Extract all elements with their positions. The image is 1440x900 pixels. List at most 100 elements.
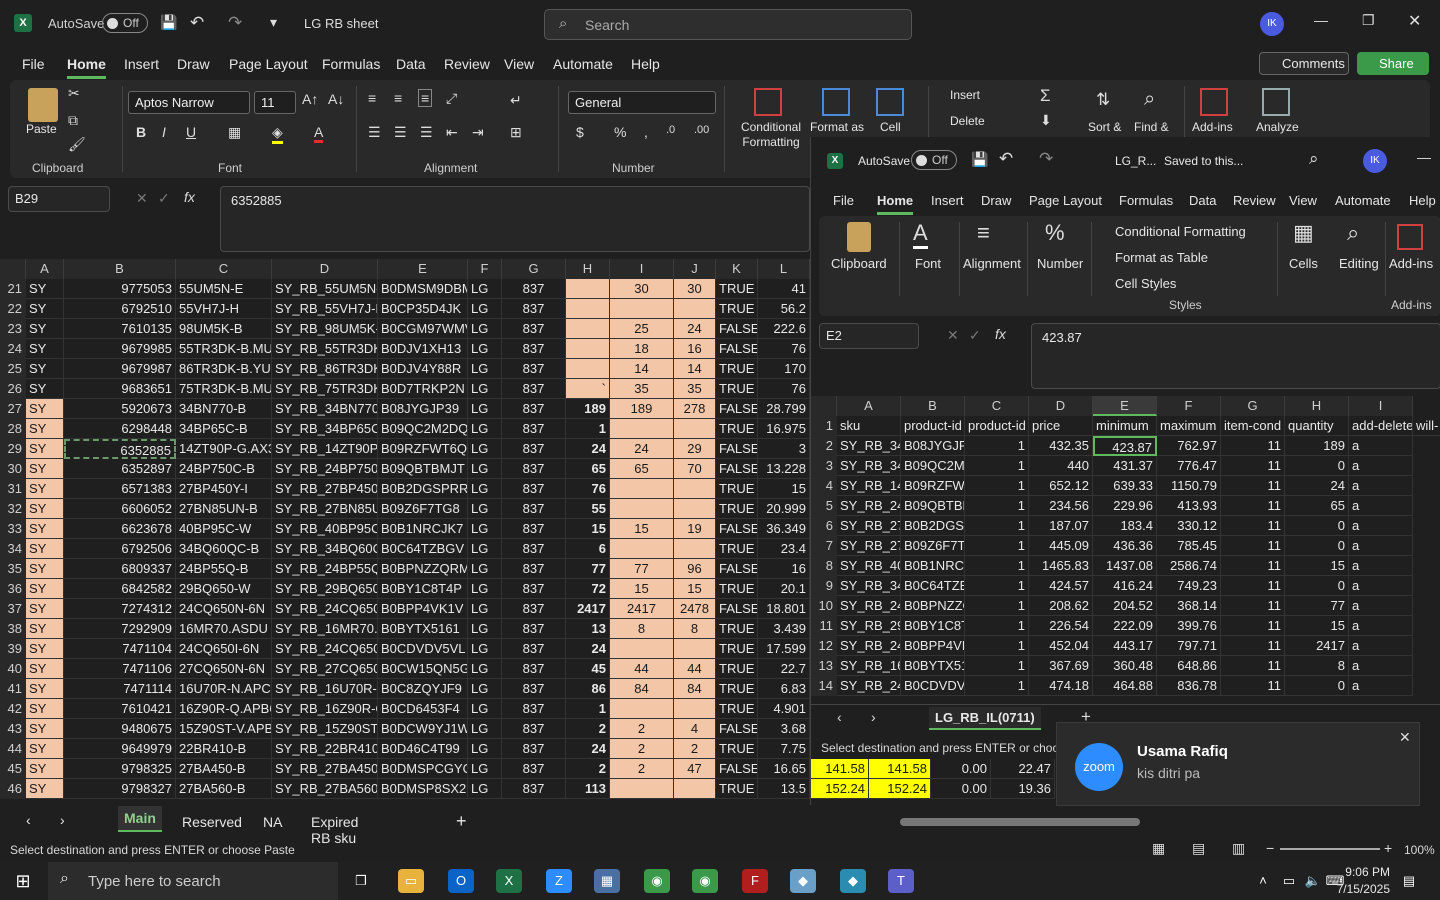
minimize-icon[interactable]: — — [1314, 12, 1328, 28]
sec-avatar[interactable]: IK — [1363, 149, 1387, 173]
table-cell[interactable]: B0CGM97WMV — [378, 319, 468, 339]
table-cell[interactable]: 16 — [674, 339, 716, 359]
sec-number-icon[interactable]: % — [1045, 220, 1065, 246]
header-cell[interactable]: quantity — [1285, 416, 1349, 436]
table-cell[interactable]: B0B1NRCJK7 — [378, 519, 468, 539]
table-cell[interactable]: 35 — [610, 379, 674, 399]
table-cell[interactable]: 11 — [1221, 456, 1285, 476]
table-cell[interactable]: SY_RB_98UM5K-B — [272, 319, 378, 339]
table-cell[interactable]: 452.04 — [1029, 636, 1093, 656]
row-header[interactable]: 14 — [811, 676, 837, 696]
table-cell[interactable]: SY_RB_24BP55Q- — [272, 559, 378, 579]
table-cell[interactable]: 24CQ650N-6N — [176, 599, 272, 619]
table-cell[interactable]: B09RZFWT6Q — [378, 439, 468, 459]
table-cell[interactable]: a — [1349, 436, 1413, 456]
table-cell[interactable]: 1 — [965, 576, 1029, 596]
sheet-tab-expired[interactable]: Expired RB sku — [311, 814, 358, 846]
row-header[interactable]: 45 — [0, 759, 26, 779]
row-header[interactable]: 32 — [0, 499, 26, 519]
table-cell[interactable] — [610, 419, 674, 439]
table-cell[interactable]: 45 — [566, 659, 610, 679]
table-cell[interactable]: 98UM5K-B — [176, 319, 272, 339]
table-cell[interactable] — [674, 299, 716, 319]
table-cell[interactable]: 65 — [566, 459, 610, 479]
table-cell[interactable]: 29 — [674, 439, 716, 459]
table-cell[interactable] — [566, 299, 610, 319]
table-cell[interactable]: 15 — [1285, 556, 1349, 576]
table-cell[interactable]: 27CQ650N-6N — [176, 659, 272, 679]
sec-alignment-icon[interactable]: ≡ — [977, 220, 990, 246]
table-cell[interactable]: 7610421 — [64, 699, 176, 719]
table-cell[interactable]: SY_RB_16Z90R-Q. — [272, 699, 378, 719]
table-cell[interactable]: B0DJV1XH13 — [378, 339, 468, 359]
table-cell[interactable]: 86 — [566, 679, 610, 699]
table-cell[interactable]: 424.57 — [1029, 576, 1093, 596]
table-cell[interactable] — [674, 539, 716, 559]
share-button[interactable]: Share — [1357, 52, 1429, 75]
sec-saved-status[interactable]: Saved to this... — [1164, 154, 1243, 168]
table-cell[interactable]: 1465.83 — [1029, 556, 1093, 576]
table-cell[interactable]: 15 — [674, 579, 716, 599]
increase-font-icon[interactable]: A↑ — [302, 91, 318, 107]
menu-formulas[interactable]: Formulas — [322, 56, 380, 72]
sec-editing-icon[interactable]: ⌕ — [1347, 220, 1359, 246]
table-cell[interactable]: B0BY1C8T — [901, 616, 965, 636]
autosum-icon[interactable]: Σ — [1040, 86, 1051, 106]
currency-icon[interactable]: $ — [576, 124, 584, 140]
table-cell[interactable]: 1 — [965, 556, 1029, 576]
table-cell[interactable]: 27BA560-B — [176, 779, 272, 799]
table-cell[interactable]: B09QC2M2DQ — [378, 419, 468, 439]
sec-menu-formulas[interactable]: Formulas — [1119, 193, 1173, 208]
table-cell[interactable]: SY_RB_16U70R-N — [272, 679, 378, 699]
table-cell[interactable]: ` — [566, 379, 610, 399]
table-cell[interactable]: LG — [468, 779, 502, 799]
table-cell[interactable]: 5920673 — [64, 399, 176, 419]
table-cell[interactable]: 6298448 — [64, 419, 176, 439]
menu-data[interactable]: Data — [396, 56, 426, 72]
table-cell[interactable]: 11 — [1221, 596, 1285, 616]
table-cell[interactable]: 6352885 — [64, 439, 176, 459]
row-header[interactable]: 21 — [0, 279, 26, 299]
table-cell[interactable]: 24BP750C-B — [176, 459, 272, 479]
table-cell[interactable]: a — [1349, 496, 1413, 516]
zoom-notification[interactable]: zoom Usama Rafiq kis ditri pa ✕ — [1056, 722, 1420, 806]
table-cell[interactable]: 837 — [502, 319, 566, 339]
table-cell[interactable]: 77 — [566, 559, 610, 579]
table-cell[interactable]: 34BQ60QC-B — [176, 539, 272, 559]
table-cell[interactable]: LG — [468, 539, 502, 559]
table-cell[interactable]: 20.999 — [758, 499, 810, 519]
column-header[interactable]: C — [176, 259, 272, 279]
delete-cells-button[interactable]: Delete — [950, 114, 985, 128]
table-cell[interactable]: 6352897 — [64, 459, 176, 479]
table-cell[interactable]: B0B2DGSPRR — [378, 479, 468, 499]
number-format-select[interactable]: General — [568, 91, 716, 114]
table-cell[interactable]: SY — [26, 579, 64, 599]
insert-cells-button[interactable]: Insert — [950, 88, 980, 102]
menu-draw[interactable]: Draw — [177, 56, 210, 72]
table-cell[interactable]: a — [1349, 476, 1413, 496]
table-cell[interactable]: B09QBTBMJT — [378, 459, 468, 479]
sheet-tab-na[interactable]: NA — [263, 814, 282, 830]
table-cell[interactable]: SY — [26, 719, 64, 739]
table-cell[interactable]: 11 — [1221, 676, 1285, 696]
borders-icon[interactable]: ▦ — [228, 124, 241, 141]
table-cell[interactable]: TRUE — [716, 359, 758, 379]
normal-view-icon[interactable]: ▦ — [1152, 840, 1165, 857]
table-cell[interactable]: 189 — [610, 399, 674, 419]
zoom-taskbar-icon[interactable]: Z — [546, 869, 572, 893]
sec-font-button[interactable]: Font — [915, 256, 941, 271]
column-header[interactable]: A — [26, 259, 64, 279]
conditional-formatting-button[interactable]: Conditional Formatting — [734, 120, 808, 150]
avatar[interactable]: IK — [1260, 12, 1284, 36]
table-cell[interactable]: FALSE — [716, 519, 758, 539]
table-cell[interactable]: 837 — [502, 559, 566, 579]
row-header[interactable]: 6 — [811, 516, 837, 536]
column-header[interactable]: G — [502, 259, 566, 279]
table-cell[interactable]: 3 — [758, 439, 810, 459]
table-cell[interactable]: 464.88 — [1093, 676, 1157, 696]
table-cell[interactable]: LG — [468, 619, 502, 639]
sec-cond-fmt-button[interactable]: Conditional Formatting — [1115, 224, 1246, 239]
column-header[interactable]: C — [965, 396, 1029, 416]
menu-help[interactable]: Help — [631, 56, 660, 72]
sec-menu-home[interactable]: Home — [877, 193, 914, 215]
